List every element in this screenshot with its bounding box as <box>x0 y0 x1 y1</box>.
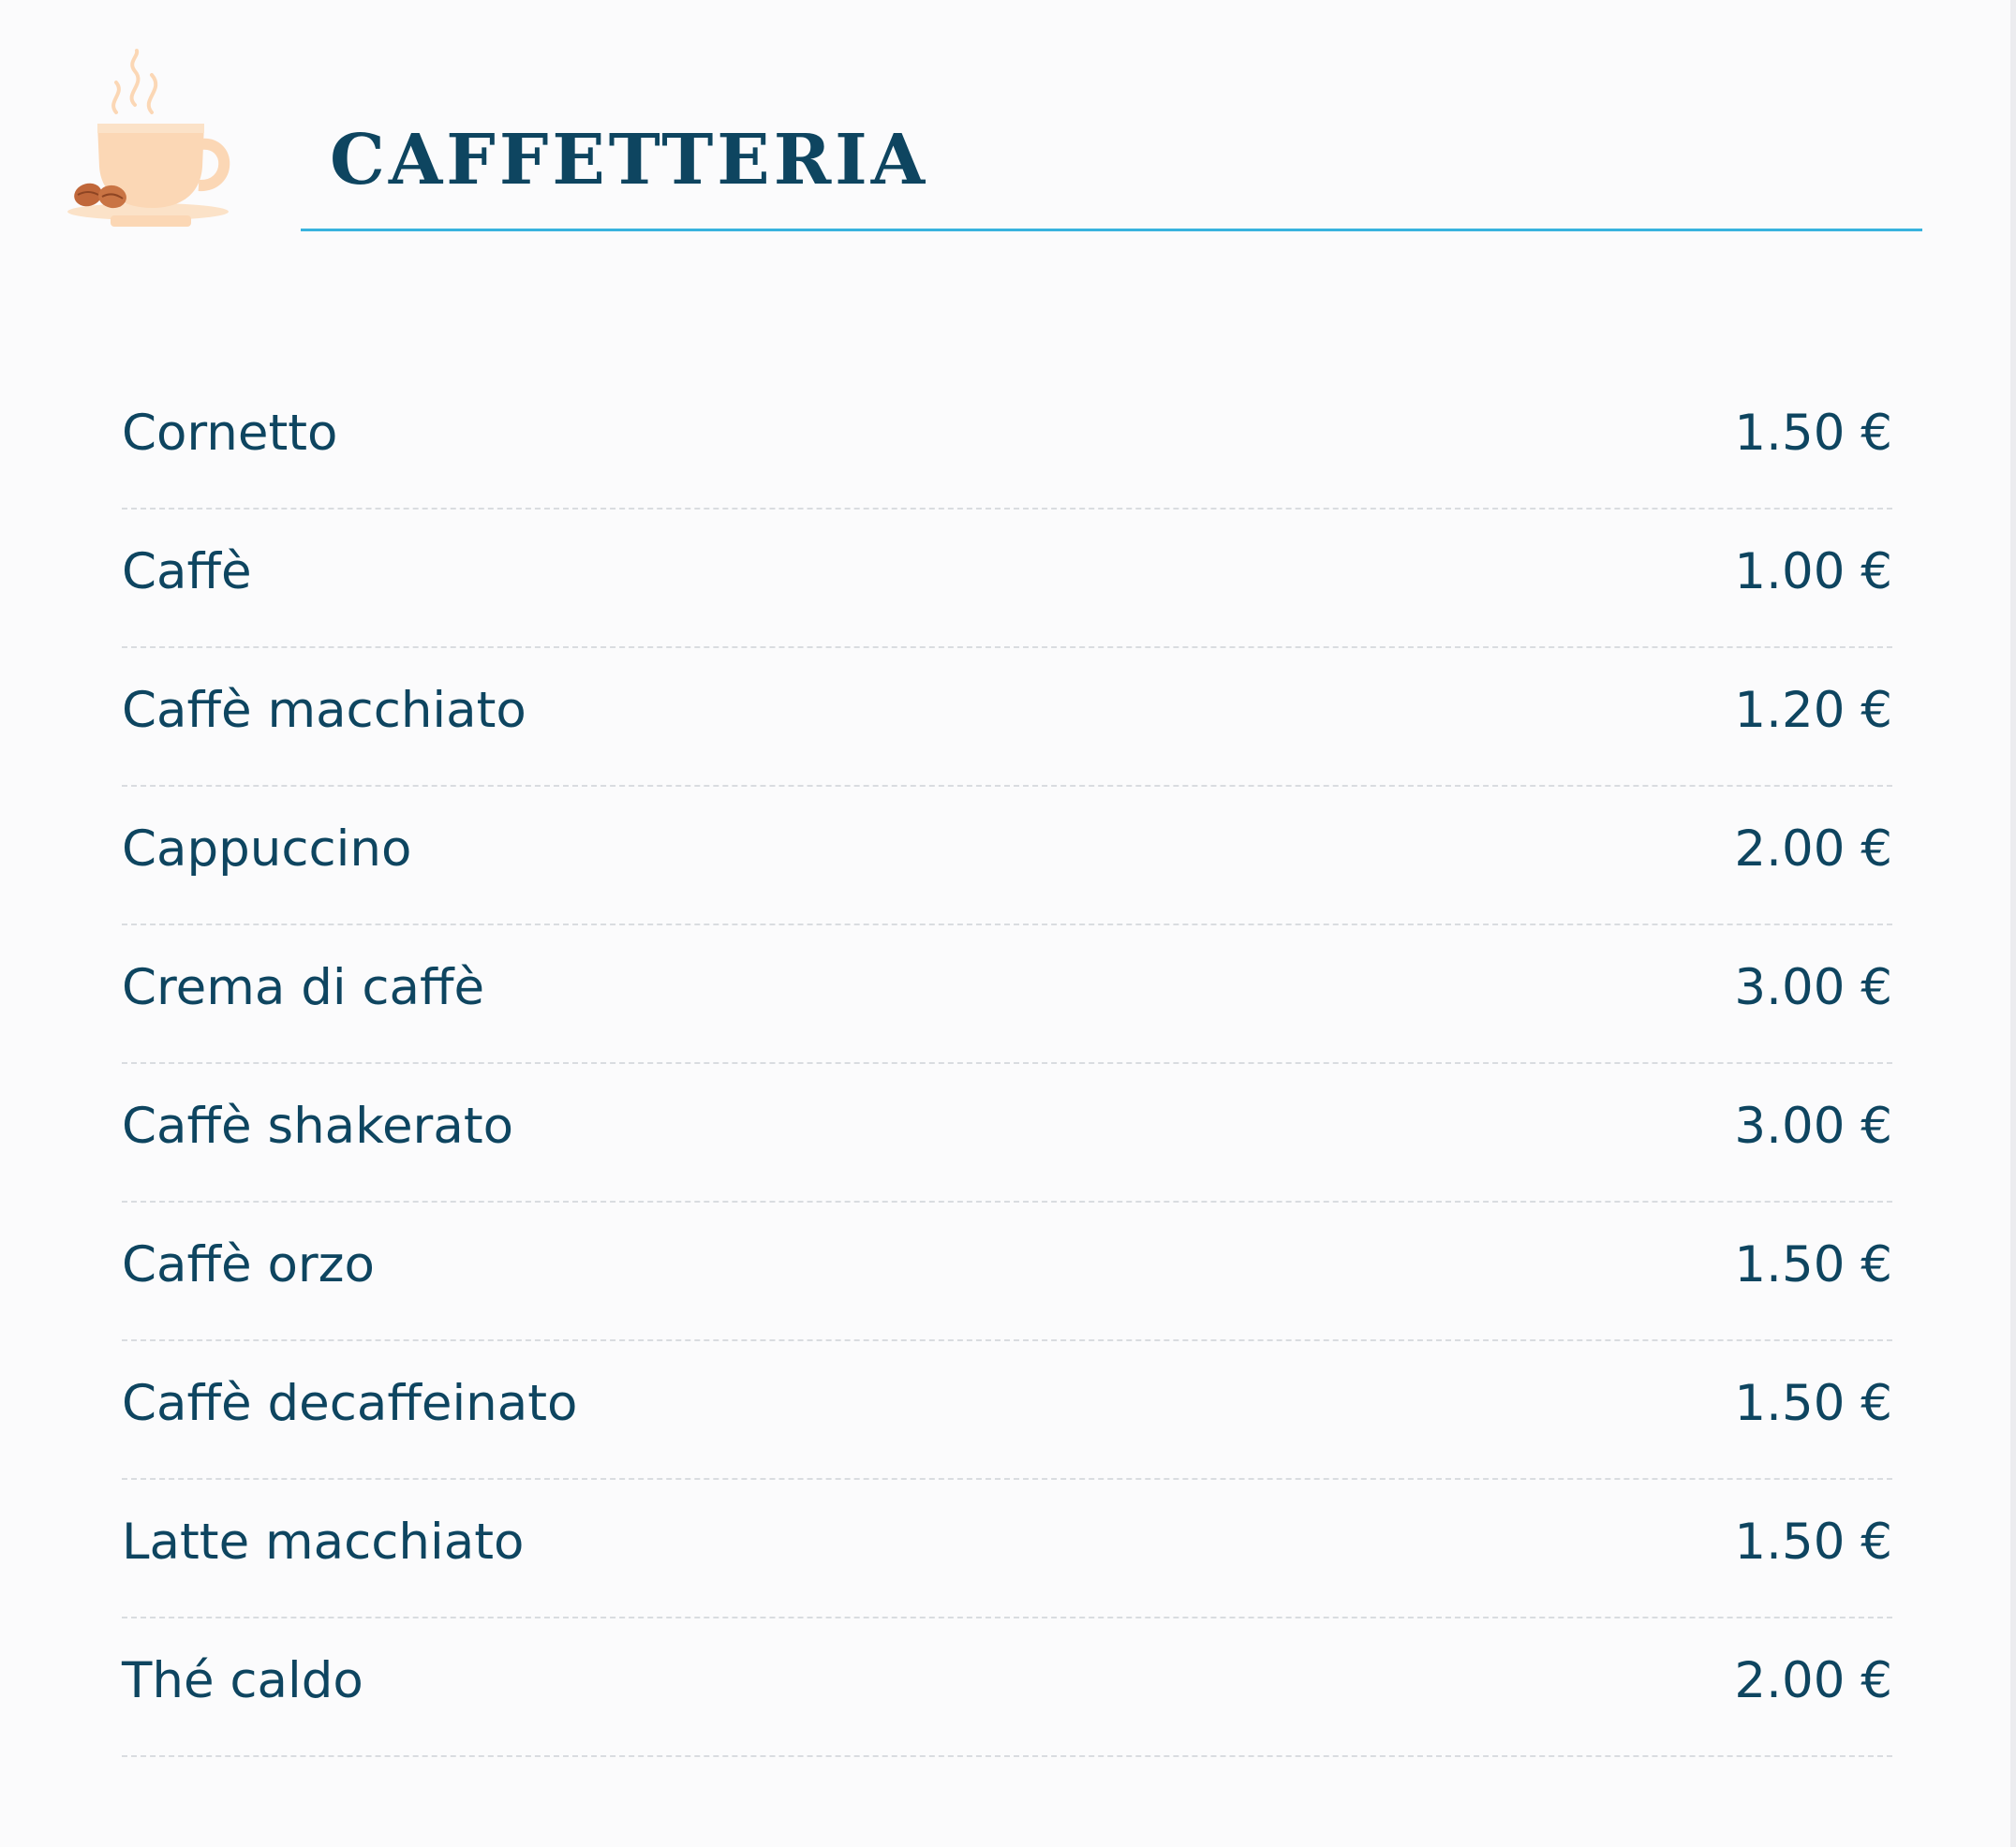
item-price: 1.20 € <box>1734 682 1892 739</box>
item-name: Caffè shakerato <box>122 1098 514 1155</box>
item-price: 2.00 € <box>1734 820 1892 878</box>
menu-item-latte-macchiato: Latte macchiato 1.50 € <box>122 1480 1892 1618</box>
menu-item-the-caldo: Thé caldo 2.00 € <box>122 1618 1892 1757</box>
title-underline <box>301 229 1922 231</box>
coffee-cup-icon <box>62 47 240 244</box>
menu-list: Cornetto 1.50 € Caffè 1.00 € Caffè macch… <box>122 371 1892 1757</box>
menu-item-cappuccino: Cappuccino 2.00 € <box>122 787 1892 925</box>
menu-item-caffe-orzo: Caffè orzo 1.50 € <box>122 1203 1892 1341</box>
menu-item-caffe: Caffè 1.00 € <box>122 510 1892 648</box>
item-name: Caffè orzo <box>122 1236 375 1293</box>
item-name: Cappuccino <box>122 820 412 878</box>
menu-header: CAFFETTERIA <box>0 0 2016 244</box>
menu-title: CAFFETTERIA <box>330 120 929 200</box>
item-price: 1.50 € <box>1734 405 1892 462</box>
item-price: 3.00 € <box>1734 959 1892 1016</box>
menu-item-caffe-macchiato: Caffè macchiato 1.20 € <box>122 648 1892 787</box>
item-price: 2.00 € <box>1734 1652 1892 1709</box>
page-edge <box>2010 0 2016 1847</box>
menu-item-caffe-decaffeinato: Caffè decaffeinato 1.50 € <box>122 1341 1892 1480</box>
item-name: Latte macchiato <box>122 1514 525 1571</box>
item-name: Caffè decaffeinato <box>122 1375 578 1432</box>
menu-item-crema-di-caffe: Crema di caffè 3.00 € <box>122 925 1892 1064</box>
item-price: 3.00 € <box>1734 1098 1892 1155</box>
menu-item-cornetto: Cornetto 1.50 € <box>122 371 1892 510</box>
item-price: 1.50 € <box>1734 1236 1892 1293</box>
item-price: 1.00 € <box>1734 543 1892 600</box>
item-name: Cornetto <box>122 405 338 462</box>
item-name: Thé caldo <box>122 1652 363 1709</box>
item-price: 1.50 € <box>1734 1514 1892 1571</box>
item-name: Caffè <box>122 543 252 600</box>
item-name: Crema di caffè <box>122 959 485 1016</box>
item-price: 1.50 € <box>1734 1375 1892 1432</box>
item-name: Caffè macchiato <box>122 682 526 739</box>
menu-item-caffe-shakerato: Caffè shakerato 3.00 € <box>122 1064 1892 1203</box>
